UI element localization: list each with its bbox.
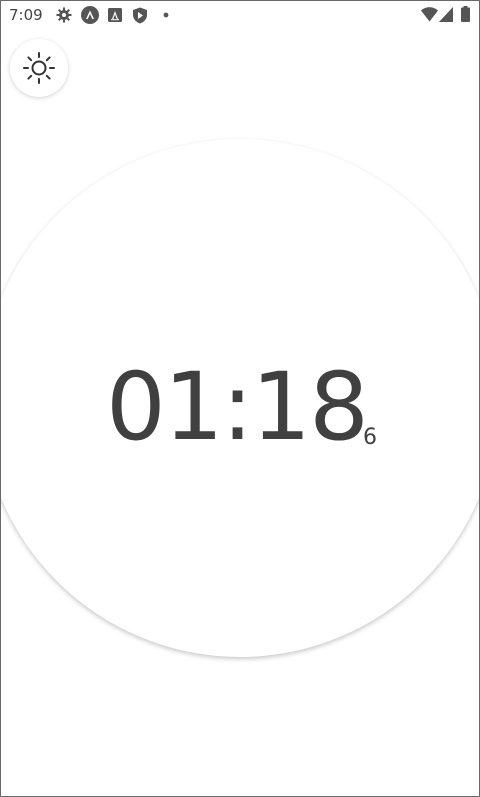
battery-icon (461, 6, 470, 22)
status-time: 7:09 (9, 6, 43, 24)
timer-display: 01:18 (106, 353, 369, 462)
settings-icon (56, 7, 72, 23)
status-bar: 7:09 (1, 1, 479, 29)
app-box-a-icon (108, 8, 122, 22)
shield-play-icon (133, 7, 147, 24)
signal-icon (439, 7, 453, 22)
dot-icon (163, 12, 169, 18)
app-a-icon (81, 6, 99, 24)
theme-toggle-button[interactable] (10, 39, 68, 97)
timer-subsecond: 6 (363, 425, 377, 450)
app-screen: 7:09 01:18 6 (0, 0, 480, 797)
wifi-icon (421, 7, 438, 22)
sun-icon (23, 52, 55, 84)
